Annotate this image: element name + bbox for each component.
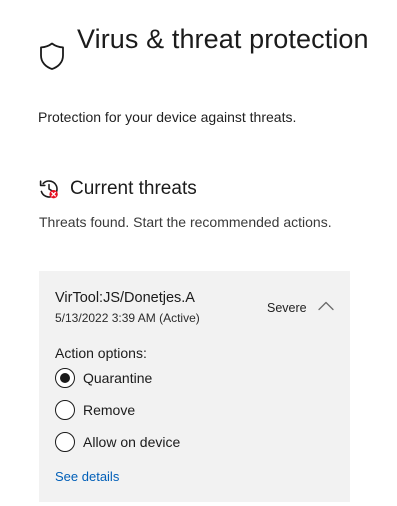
page-subtitle: Protection for your device against threa…: [38, 109, 297, 125]
remove-radio[interactable]: [55, 400, 75, 420]
threat-name: VirTool:JS/Donetjes.A: [55, 290, 195, 306]
shield-icon: [40, 42, 64, 70]
remove-option[interactable]: Remove: [55, 399, 135, 421]
action-options-label: Action options:: [55, 345, 147, 361]
page-title: Virus & threat protection: [77, 24, 369, 54]
quarantine-option[interactable]: Quarantine: [55, 367, 152, 389]
threat-card: VirTool:JS/Donetjes.A 5/13/2022 3:39 AM …: [39, 271, 350, 502]
chevron-up-icon[interactable]: [317, 299, 335, 313]
current-threats-title: Current threats: [70, 178, 197, 199]
allow-on-device-label: Allow on device: [83, 434, 181, 450]
quarantine-label: Quarantine: [83, 370, 153, 386]
threat-clock-icon: [39, 180, 58, 199]
allow-on-device-option[interactable]: Allow on device: [55, 431, 180, 453]
radio-selected-dot: [60, 373, 70, 383]
current-threats-description: Threats found. Start the recommended act…: [39, 214, 332, 230]
virus-threat-protection-page: Virus & threat protection Protection for…: [0, 0, 397, 506]
remove-label: Remove: [83, 402, 136, 418]
severity-label: Severe: [267, 301, 307, 315]
threat-date: 5/13/2022 3:39 AM (Active): [55, 311, 200, 325]
quarantine-radio[interactable]: [55, 368, 75, 388]
see-details-link[interactable]: See details: [55, 469, 119, 485]
allow-on-device-radio[interactable]: [55, 432, 75, 452]
